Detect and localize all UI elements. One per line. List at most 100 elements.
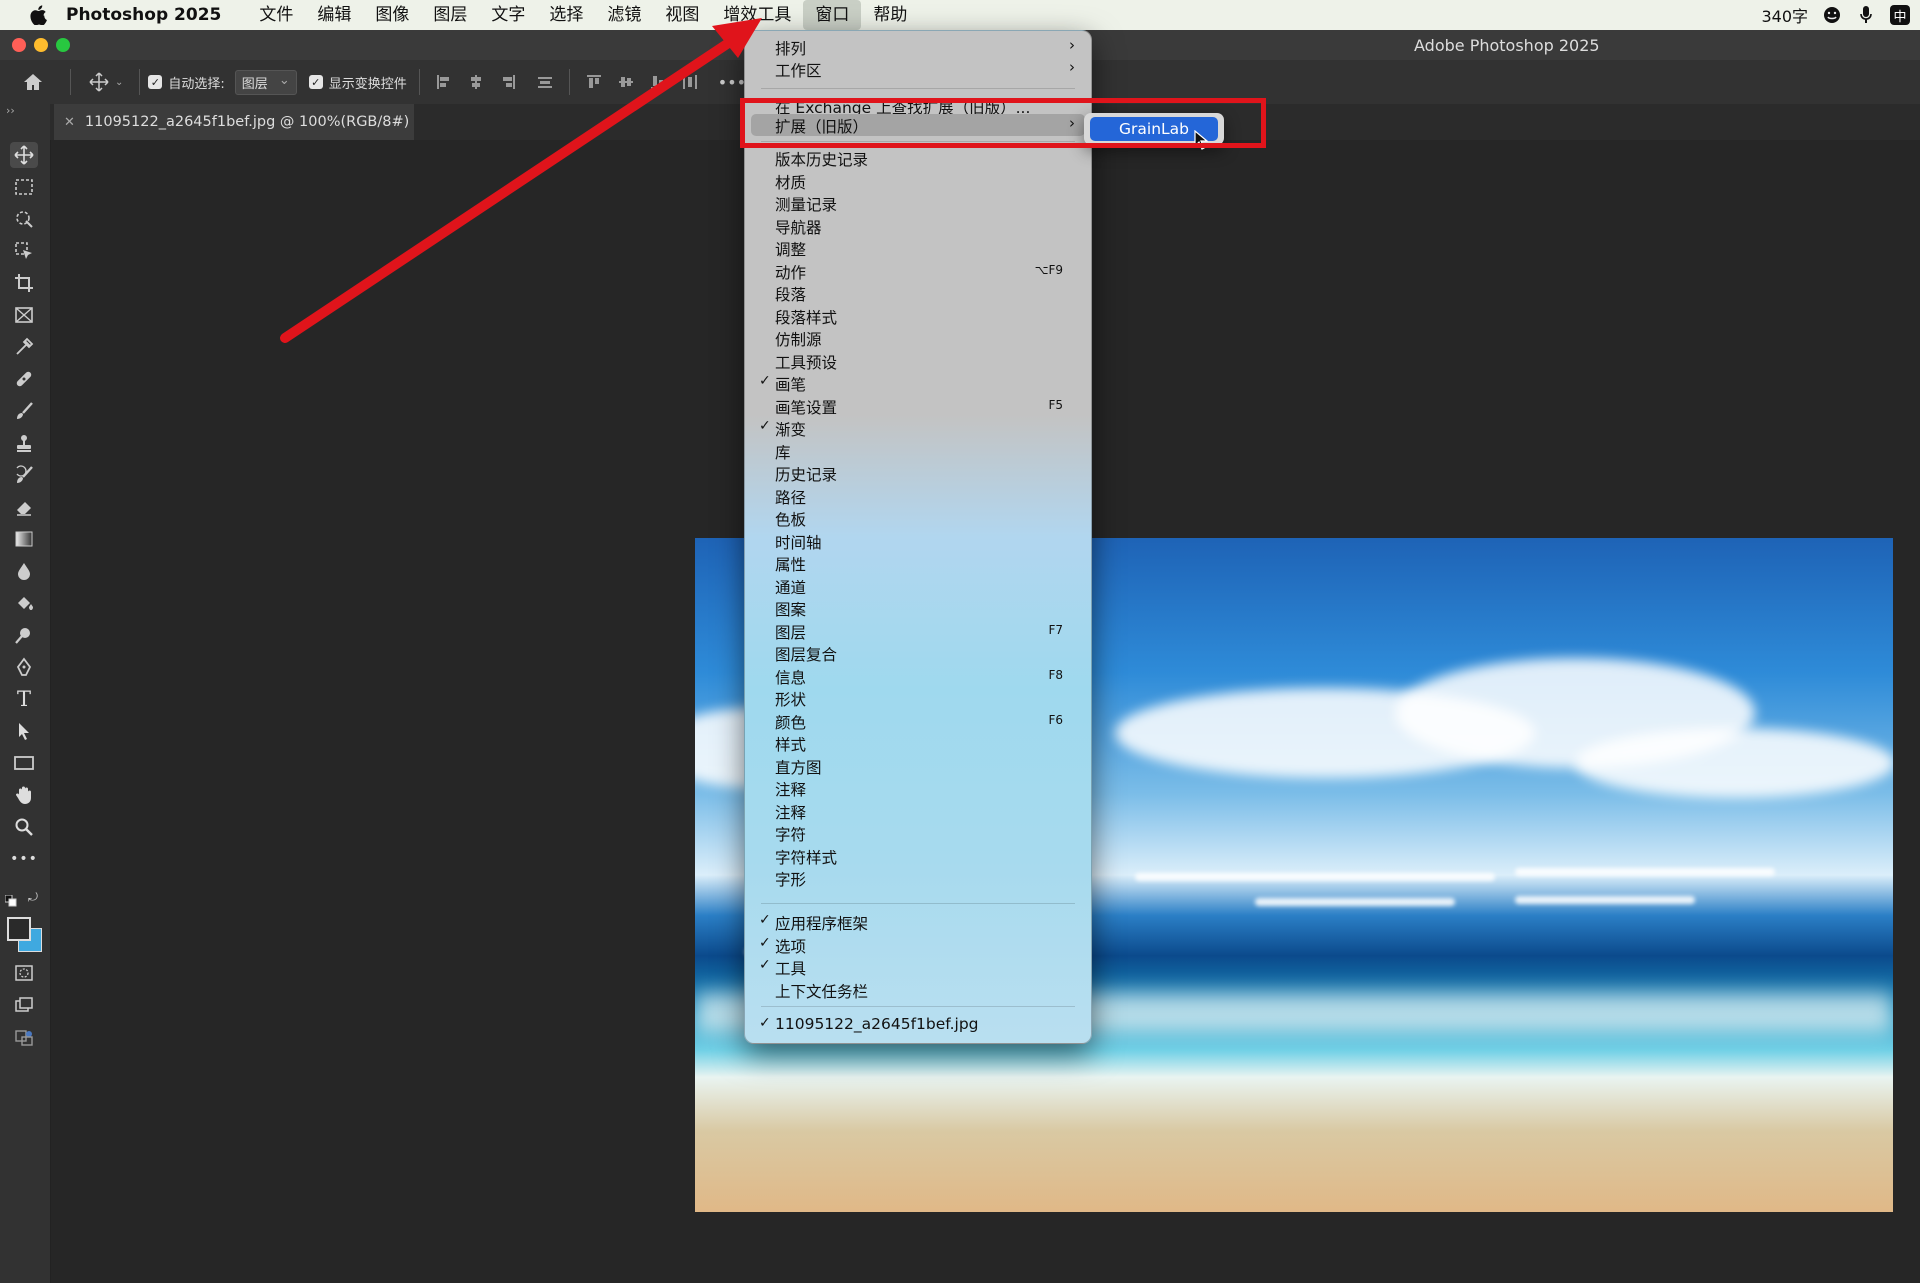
menu-item-panel[interactable]: 段落样式 — [745, 305, 1091, 327]
menu-item-arrange[interactable]: 排列 › — [745, 36, 1091, 58]
menu-item-panel[interactable]: 色板 — [745, 507, 1091, 529]
close-window-button[interactable] — [12, 38, 26, 52]
align-middle-v-icon[interactable] — [618, 75, 633, 89]
edit-toolbar-icon[interactable] — [10, 1024, 38, 1050]
menu-item-panel[interactable]: 图层 F7 — [745, 620, 1091, 642]
menu-image[interactable]: 图像 — [363, 0, 421, 30]
menu-item-panel[interactable]: 注释 — [745, 777, 1091, 799]
auto-select-checkbox[interactable]: ✓ — [148, 75, 163, 89]
menu-item-panel[interactable]: 形状 — [745, 687, 1091, 709]
menu-item-panel[interactable]: 图层复合 — [745, 642, 1091, 664]
show-transform-checkbox[interactable]: ✓ — [308, 75, 323, 89]
menu-item-panel[interactable]: 时间轴 — [745, 530, 1091, 552]
menu-item-panel[interactable]: 通道 — [745, 575, 1091, 597]
move-tool-icon[interactable] — [10, 142, 38, 168]
history-brush-tool-icon[interactable] — [10, 462, 38, 488]
blur-tool-icon[interactable] — [10, 558, 38, 584]
menu-window[interactable]: 窗口 — [803, 0, 862, 30]
align-center-h-icon[interactable] — [469, 75, 483, 89]
maximize-window-button[interactable] — [56, 38, 70, 52]
align-left-icon[interactable] — [436, 75, 451, 89]
distribute-horizontal-icon[interactable] — [682, 75, 697, 89]
path-selection-tool-icon[interactable] — [10, 718, 38, 744]
menu-item-panel[interactable]: 段落 — [745, 282, 1091, 304]
quick-selection-tool-icon[interactable] — [10, 238, 38, 264]
menu-item-panel[interactable]: 材质 — [745, 170, 1091, 192]
menu-item-ui[interactable]: ✓ 应用程序框架 — [745, 911, 1091, 933]
frame-tool-icon[interactable] — [10, 302, 38, 328]
type-tool-icon[interactable]: T — [10, 686, 38, 712]
menu-plugins[interactable]: 增效工具 — [711, 0, 803, 30]
align-top-icon[interactable] — [586, 75, 601, 89]
menu-item-ui[interactable]: 上下文任务栏 — [745, 979, 1091, 1001]
auto-select-dropdown[interactable]: 图层 ⌄ — [234, 69, 297, 95]
menu-item-open-document[interactable]: ✓ 11095122_a2645f1bef.jpg — [745, 1014, 1091, 1036]
paint-bucket-tool-icon[interactable] — [10, 590, 38, 616]
hand-tool-icon[interactable] — [10, 782, 38, 808]
menu-item-panel[interactable]: ✓ 画笔 — [745, 372, 1091, 394]
crop-tool-icon[interactable] — [10, 270, 38, 296]
menu-item-workspace[interactable]: 工作区 › — [745, 58, 1091, 80]
more-options-icon[interactable]: ••• — [718, 73, 746, 92]
menu-item-panel[interactable]: 历史记录 — [745, 462, 1091, 484]
apple-logo-icon[interactable] — [24, 5, 52, 25]
minimize-window-button[interactable] — [34, 38, 48, 52]
rectangle-tool-icon[interactable] — [10, 750, 38, 776]
menu-item-panel[interactable]: 导航器 — [745, 215, 1091, 237]
panel-collapse-icon[interactable]: ›› — [6, 104, 15, 117]
menu-type[interactable]: 文字 — [479, 0, 537, 30]
more-tools-icon[interactable]: ••• — [10, 846, 38, 872]
menu-item-ui[interactable]: ✓ 工具 — [745, 956, 1091, 978]
menu-view[interactable]: 视图 — [653, 0, 711, 30]
input-method-icon[interactable]: 中 — [1890, 5, 1910, 25]
align-right-icon[interactable] — [501, 75, 515, 89]
menu-item-panel[interactable]: 画笔设置 F5 — [745, 395, 1091, 417]
pen-tool-icon[interactable] — [10, 654, 38, 680]
menu-layer[interactable]: 图层 — [421, 0, 479, 30]
quick-mask-icon[interactable] — [10, 960, 38, 986]
gradient-tool-icon[interactable] — [10, 526, 38, 552]
smiley-icon[interactable] — [1822, 5, 1842, 25]
menu-item-ui[interactable]: ✓ 选项 — [745, 934, 1091, 956]
foreground-color-swatch[interactable] — [7, 917, 31, 941]
menu-select[interactable]: 选择 — [537, 0, 595, 30]
menu-item-panel[interactable]: 字符 — [745, 822, 1091, 844]
default-colors-icon[interactable] — [4, 892, 17, 907]
menu-item-panel[interactable]: 颜色 F6 — [745, 710, 1091, 732]
menu-item-panel[interactable]: 版本历史记录 — [745, 147, 1091, 169]
clone-stamp-tool-icon[interactable] — [10, 430, 38, 456]
menu-item-panel[interactable]: 调整 — [745, 237, 1091, 259]
object-selection-tool-icon[interactable] — [10, 206, 38, 232]
menu-item-panel[interactable]: 信息 F8 — [745, 665, 1091, 687]
menu-item-panel[interactable]: 字形 — [745, 867, 1091, 889]
dodge-tool-icon[interactable] — [10, 622, 38, 648]
eraser-tool-icon[interactable] — [10, 494, 38, 520]
align-bottom-icon[interactable] — [650, 75, 665, 89]
menu-item-panel[interactable]: 属性 — [745, 552, 1091, 574]
document-tab[interactable]: ✕ 11095122_a2645f1bef.jpg @ 100%(RGB/8#) — [54, 104, 414, 140]
menu-item-panel[interactable]: 工具预设 — [745, 350, 1091, 372]
zoom-tool-icon[interactable] — [10, 814, 38, 840]
menu-item-panel[interactable]: 路径 — [745, 485, 1091, 507]
menu-item-panel[interactable]: 图案 — [745, 597, 1091, 619]
menu-item-panel[interactable]: 字符样式 — [745, 845, 1091, 867]
menu-item-panel[interactable]: 仿制源 — [745, 327, 1091, 349]
healing-brush-tool-icon[interactable] — [10, 366, 38, 392]
menu-item-panel[interactable]: ✓ 渐变 — [745, 417, 1091, 439]
brush-tool-icon[interactable] — [10, 398, 38, 424]
screen-mode-icon[interactable] — [10, 992, 38, 1018]
menu-edit[interactable]: 编辑 — [305, 0, 363, 30]
menu-item-panel[interactable]: 动作 ⌥F9 — [745, 260, 1091, 282]
microphone-icon[interactable] — [1856, 5, 1876, 25]
menu-filter[interactable]: 滤镜 — [595, 0, 653, 30]
home-icon[interactable] — [22, 72, 44, 92]
distribute-vertical-icon[interactable] — [537, 75, 552, 89]
menu-item-panel[interactable]: 注释 — [745, 800, 1091, 822]
close-tab-icon[interactable]: ✕ — [64, 115, 75, 130]
menu-item-panel[interactable]: 测量记录 — [745, 192, 1091, 214]
menu-item-panel[interactable]: 直方图 — [745, 755, 1091, 777]
app-name-menu[interactable]: Photoshop 2025 — [66, 5, 221, 25]
marquee-tool-icon[interactable] — [10, 174, 38, 200]
menu-item-panel[interactable]: 样式 — [745, 732, 1091, 754]
menu-item-panel[interactable]: 库 — [745, 440, 1091, 462]
